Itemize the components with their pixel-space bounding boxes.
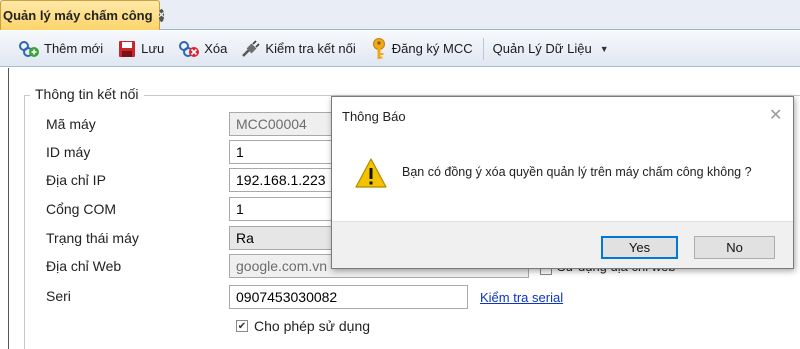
serial-field[interactable]: 0907453030082 xyxy=(229,285,468,309)
com-port-field[interactable]: 1 xyxy=(229,197,339,221)
serial-label: Seri xyxy=(46,288,71,304)
toolbar-separator xyxy=(482,37,484,60)
no-button[interactable]: No xyxy=(694,236,775,259)
check-connection-button[interactable]: Kiểm tra kết nối xyxy=(237,36,359,62)
machine-id-label: ID máy xyxy=(46,144,91,160)
tab-strip: Quản lý máy chấm công × xyxy=(0,0,800,30)
delete-label: Xóa xyxy=(204,41,228,56)
key-icon xyxy=(372,37,385,59)
machine-code-label: Mã máy xyxy=(46,116,96,132)
panel-border xyxy=(8,68,9,349)
tab-machine-management[interactable]: Quản lý máy chấm công × xyxy=(0,0,165,30)
register-button[interactable]: Đăng ký MCC xyxy=(366,36,477,62)
register-label: Đăng ký MCC xyxy=(391,41,473,56)
delete-icon xyxy=(179,40,200,57)
toolbar: Thêm mới Lưu Xóa Kiểm tra kết nối Đăng k… xyxy=(0,31,800,67)
tab-label: Quản lý máy chấm công xyxy=(3,8,153,23)
close-icon[interactable]: ✕ xyxy=(769,105,782,125)
confirm-dialog: Thông Báo ✕ Bạn có đồng ý xóa quyền quản… xyxy=(331,96,794,269)
machine-status-label: Trạng thái máy xyxy=(46,230,139,246)
com-port-label: Cổng COM xyxy=(46,201,117,217)
warning-icon xyxy=(355,158,387,188)
dialog-title: Thông Báo xyxy=(342,109,406,124)
machine-id-field[interactable]: 1 xyxy=(229,140,339,164)
data-manage-label: Quản Lý Dữ Liệu xyxy=(492,41,592,56)
data-manage-dropdown[interactable]: Quản Lý Dữ Liệu ▼ xyxy=(489,36,613,62)
allow-use-checkbox[interactable]: ✔ xyxy=(236,320,248,332)
yes-button[interactable]: Yes xyxy=(601,236,678,259)
machine-status-select[interactable]: Ra xyxy=(229,226,339,250)
dialog-footer: Yes No xyxy=(332,221,793,268)
allow-use-label: Cho phép sử dụng xyxy=(254,318,371,334)
delete-button[interactable]: Xóa xyxy=(174,36,231,62)
save-label: Lưu xyxy=(141,41,165,56)
connection-info-legend: Thông tin kết nối xyxy=(30,86,144,102)
chevron-down-icon: ▼ xyxy=(599,43,609,54)
web-address-label: Địa chỉ Web xyxy=(46,258,122,274)
ip-field[interactable]: 192.168.1.223 xyxy=(229,168,339,192)
add-label: Thêm mới xyxy=(44,41,104,56)
save-button[interactable]: Lưu xyxy=(113,36,168,62)
check-serial-link[interactable]: Kiểm tra serial xyxy=(480,290,563,305)
add-icon xyxy=(19,40,39,57)
save-icon xyxy=(119,40,136,57)
close-icon[interactable]: × xyxy=(158,9,165,22)
plug-icon xyxy=(242,39,261,57)
add-button[interactable]: Thêm mới xyxy=(14,36,107,62)
machine-code-field[interactable]: MCC00004 xyxy=(229,112,339,136)
ip-label: Địa chỉ IP xyxy=(46,172,106,188)
check-connection-label: Kiểm tra kết nối xyxy=(265,41,356,56)
dialog-message: Bạn có đồng ý xóa quyền quản lý trên máy… xyxy=(402,165,752,179)
